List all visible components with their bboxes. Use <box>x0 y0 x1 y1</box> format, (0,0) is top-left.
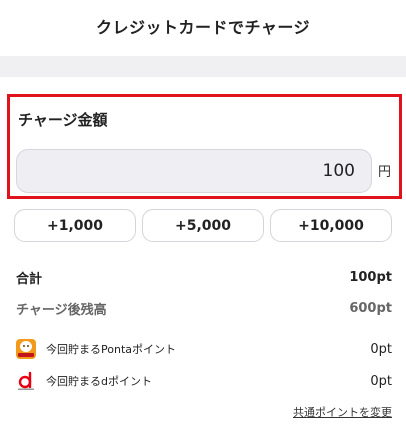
balance-after-charge-label: チャージ後残高 <box>16 302 107 318</box>
add-1000-button[interactable]: +1,000 <box>14 209 136 242</box>
d-points-value: 0pt <box>370 373 392 389</box>
section-divider <box>0 56 406 77</box>
charge-amount-input[interactable]: 100 <box>16 149 372 193</box>
total-row: 合計 100pt <box>16 267 392 287</box>
charge-page: クレジットカードでチャージ チャージ金額 100 円 +1,000 +5,000… <box>0 0 406 443</box>
total-label: 合計 <box>16 271 43 287</box>
d-point-icon <box>16 371 36 391</box>
ponta-points-label: 今回貯まるPontaポイント <box>46 343 176 356</box>
d-points-row: 今回貯まるdポイント 0pt <box>16 370 392 392</box>
ponta-points-row: 今回貯まるPontaポイント 0pt <box>16 338 392 360</box>
add-10000-button[interactable]: +10,000 <box>270 209 392 242</box>
balance-after-charge-value: 600pt <box>349 300 392 316</box>
charge-amount-section: チャージ金額 100 円 <box>7 94 402 199</box>
change-common-points-link[interactable]: 共通ポイントを変更 <box>293 404 392 420</box>
balance-after-charge-row: チャージ後残高 600pt <box>16 298 392 318</box>
currency-unit: 円 <box>378 165 392 180</box>
preset-amount-buttons: +1,000 +5,000 +10,000 <box>14 209 392 242</box>
total-value: 100pt <box>349 269 392 285</box>
add-5000-button[interactable]: +5,000 <box>142 209 264 242</box>
header: クレジットカードでチャージ <box>0 0 406 52</box>
d-points-label: 今回貯まるdポイント <box>46 375 152 388</box>
ponta-icon <box>16 339 36 359</box>
ponta-points-value: 0pt <box>370 341 392 357</box>
charge-amount-label: チャージ金額 <box>18 111 108 129</box>
page-title: クレジットカードでチャージ <box>95 18 311 37</box>
